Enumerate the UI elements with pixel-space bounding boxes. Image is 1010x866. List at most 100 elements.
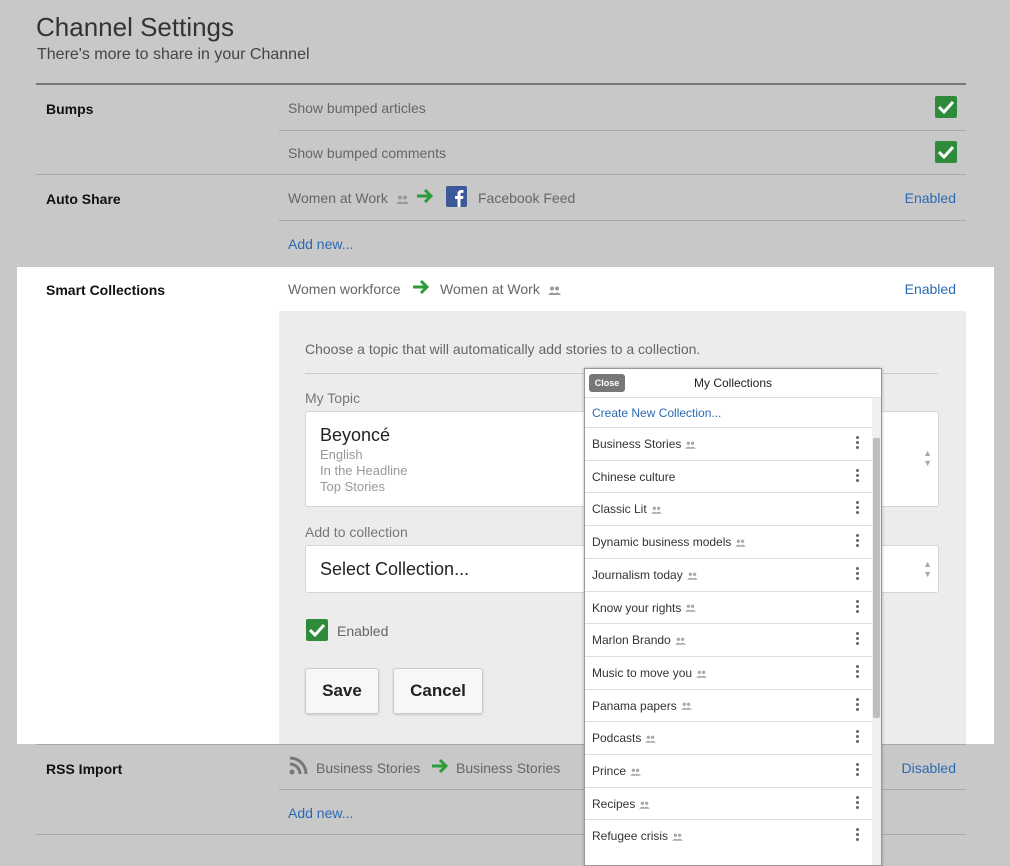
people-icon	[630, 768, 642, 776]
create-new-collection-link[interactable]: Create New Collection...	[592, 406, 721, 420]
topic-filter: In the Headline	[320, 463, 408, 478]
list-item[interactable]: Podcasts	[585, 721, 872, 754]
smart-collections-target-label: Women at Work	[440, 281, 540, 297]
save-button[interactable]: Save	[305, 668, 379, 714]
check-icon	[938, 145, 954, 159]
list-item[interactable]: Prince	[585, 754, 872, 787]
collection-name: Panama papers	[592, 699, 692, 713]
collection-name-label: Music to move you	[592, 665, 693, 680]
collection-name: Recipes	[592, 796, 651, 811]
more-options-icon[interactable]	[856, 632, 860, 647]
page-title: Channel Settings	[36, 12, 235, 42]
rss-add-new-link[interactable]: Add new...	[288, 805, 353, 821]
collection-name: Journalism today	[592, 568, 698, 582]
collection-name: Music to move you	[592, 665, 708, 680]
auto-share-status-link[interactable]: Enabled	[905, 190, 956, 206]
more-options-icon[interactable]	[856, 763, 860, 778]
list-item[interactable]: Chinese culture	[585, 459, 872, 493]
auto-share-add-new-link[interactable]: Add new...	[288, 236, 353, 252]
smart-collections-status-link[interactable]: Enabled	[905, 281, 956, 297]
collection-name-label: Panama papers	[592, 698, 677, 713]
enabled-checkbox[interactable]	[306, 619, 328, 641]
scrollbar-thumb[interactable]	[873, 438, 880, 718]
bumped-articles-label: Show bumped articles	[288, 100, 426, 116]
list-item[interactable]: Dynamic business models	[585, 525, 872, 558]
list-item[interactable]: Classic Lit	[585, 492, 872, 525]
more-options-icon[interactable]	[856, 436, 860, 451]
rss-icon	[289, 756, 308, 775]
topic-name: Beyoncé	[320, 425, 391, 445]
collection-name-label: Prince	[592, 764, 627, 778]
topic-spinner-icon[interactable]: ▲ ▼	[923, 448, 932, 468]
people-icon	[650, 506, 662, 515]
list-item[interactable]: Music to move you	[585, 655, 872, 689]
cancel-button[interactable]: Cancel	[393, 668, 483, 714]
collection-name: Prince	[592, 764, 642, 778]
bumped-comments-label: Show bumped comments	[288, 145, 446, 161]
more-options-icon[interactable]	[856, 501, 860, 516]
more-options-icon[interactable]	[856, 599, 860, 615]
list-item[interactable]: Panama papers	[585, 688, 872, 722]
rss-status-link[interactable]: Disabled	[902, 760, 956, 776]
collection-name-label: Refugee crisis	[592, 829, 669, 844]
auto-share-source: Women at Work	[288, 190, 409, 206]
panel-description: Choose a topic that will automatically a…	[305, 341, 701, 357]
people-icon	[686, 572, 698, 580]
people-icon	[735, 539, 747, 547]
bumps-label: Bumps	[46, 101, 94, 117]
my-collections-popup: Close My Collections Create New Collecti…	[584, 368, 882, 866]
more-options-icon[interactable]	[856, 664, 860, 680]
more-options-icon[interactable]	[856, 828, 860, 843]
collection-field-label: Add to collection	[305, 524, 408, 540]
arrow-right-icon	[417, 188, 434, 204]
more-options-icon[interactable]	[856, 730, 860, 745]
collection-name: Refugee crisis	[592, 829, 684, 844]
collection-spinner-icon[interactable]: ▲ ▼	[923, 559, 932, 579]
topic-field-label: My Topic	[305, 390, 360, 406]
people-icon	[680, 703, 692, 711]
more-options-icon[interactable]	[856, 795, 860, 811]
list-item[interactable]: Marlon Brando	[585, 623, 872, 656]
topic-type: Top Stories	[320, 479, 386, 494]
arrow-right-icon	[432, 758, 449, 774]
rss-target: Business Stories	[456, 760, 561, 776]
popup-title: My Collections	[693, 376, 773, 390]
list-item[interactable]: Refugee crisis	[585, 819, 872, 852]
collection-name: Know your rights	[592, 600, 697, 615]
auto-share-source-label: Women at Work	[288, 190, 388, 206]
rss-import-label: RSS Import	[46, 761, 123, 777]
people-icon	[685, 441, 697, 449]
list-item[interactable]: Know your rights	[585, 590, 872, 624]
collection-name-label: Podcasts	[592, 731, 642, 746]
people-icon	[547, 286, 561, 295]
collection-name-label: Know your rights	[592, 600, 682, 615]
list-item[interactable]: Recipes	[585, 786, 872, 820]
popup-scrollbar[interactable]	[872, 398, 881, 865]
more-options-icon[interactable]	[856, 468, 860, 484]
list-item[interactable]: Journalism today	[585, 557, 872, 591]
bumped-comments-checkbox[interactable]	[935, 141, 957, 163]
divider	[279, 220, 966, 221]
collection-name-label: Dynamic business models	[592, 535, 732, 550]
collection-name: Business Stories	[592, 437, 697, 451]
check-icon	[309, 623, 325, 637]
more-options-icon[interactable]	[856, 566, 860, 582]
enabled-label: Enabled	[337, 623, 389, 639]
divider	[279, 130, 966, 131]
list-item[interactable]: Business Stories	[585, 427, 872, 460]
collection-name: Classic Lit	[592, 502, 662, 516]
more-options-icon[interactable]	[856, 697, 860, 713]
bumped-articles-checkbox[interactable]	[935, 96, 957, 118]
people-icon	[685, 604, 697, 613]
collection-name-label: Chinese culture	[592, 469, 676, 484]
popup-header: Close My Collections	[585, 369, 881, 398]
collection-name-label: Classic Lit	[592, 502, 647, 517]
people-icon	[645, 735, 657, 743]
auto-share-label: Auto Share	[46, 191, 121, 207]
collection-name-label: Recipes	[592, 796, 636, 811]
collection-name-label: Business Stories	[592, 437, 682, 451]
collection-name-label: Marlon Brando	[592, 633, 671, 648]
people-icon	[696, 670, 708, 678]
collection-name: Podcasts	[592, 731, 657, 746]
more-options-icon[interactable]	[856, 534, 860, 549]
